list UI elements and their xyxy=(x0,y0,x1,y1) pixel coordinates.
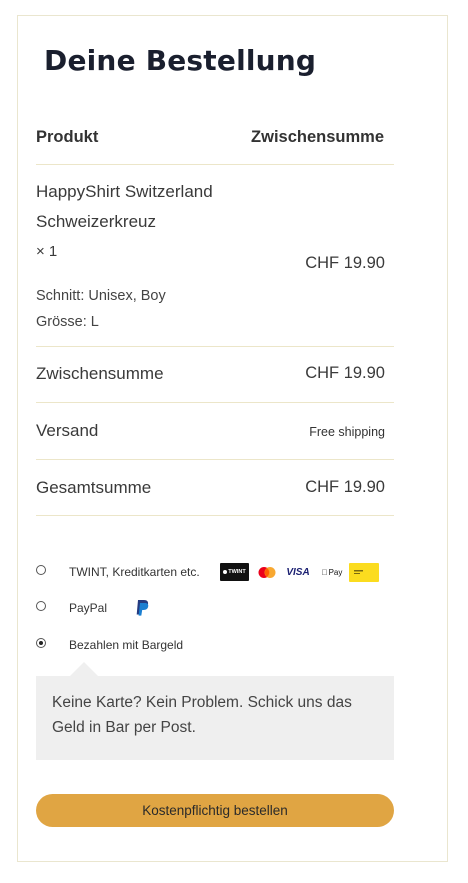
table-row-subtotal: Zwischensumme CHF 19.90 xyxy=(36,347,394,403)
info-box-pointer xyxy=(70,662,98,676)
payment-label-twint[interactable]: TWINT, Kreditkarten etc. xyxy=(69,565,200,579)
total-value: CHF 19.90 xyxy=(305,478,385,496)
column-header-subtotal: Zwischensumme xyxy=(251,128,384,146)
postfinance-logo-icon xyxy=(349,563,379,582)
payment-radio-cash[interactable] xyxy=(36,638,46,648)
table-row-total: Gesamtsumme CHF 19.90 xyxy=(36,460,394,516)
payment-method-cash[interactable]: Bezahlen mit Bargeld xyxy=(36,636,396,656)
cash-payment-description: Keine Karte? Kein Problem. Schick uns da… xyxy=(36,676,394,760)
page-title: Deine Bestellung xyxy=(44,44,317,77)
payment-method-paypal[interactable]: PayPal xyxy=(36,598,396,620)
visa-logo-icon: VISA xyxy=(285,563,311,581)
apple-pay-logo-icon: Pay xyxy=(319,563,345,581)
twint-logo-text: TWINT xyxy=(228,569,246,575)
payment-label-cash[interactable]: Bezahlen mit Bargeld xyxy=(69,638,183,652)
product-quantity: × 1 xyxy=(36,243,58,260)
subtotal-label: Zwischensumme xyxy=(36,364,164,383)
product-size: Grösse: L xyxy=(36,314,99,330)
total-label: Gesamtsumme xyxy=(36,478,152,497)
shipping-label: Versand xyxy=(36,421,99,440)
table-header: Produkt Zwischensumme xyxy=(36,126,394,165)
apple-pay-logo-text: Pay xyxy=(325,567,343,577)
table-row-product: HappyShirt Switzerland Schweizerkreuz × … xyxy=(36,165,394,347)
paypal-logo-icon xyxy=(133,598,151,618)
subtotal-value: CHF 19.90 xyxy=(305,364,385,382)
shipping-value: Free shipping xyxy=(309,425,385,439)
mastercard-logo-icon xyxy=(256,563,278,581)
table-row-shipping: Versand Free shipping xyxy=(36,403,394,460)
product-name-line-1: HappyShirt Switzerland xyxy=(36,182,213,201)
column-header-product: Produkt xyxy=(36,128,99,146)
payment-radio-twint[interactable] xyxy=(36,565,46,575)
place-order-button[interactable]: Kostenpflichtig bestellen xyxy=(36,794,394,827)
product-name-line-2: Schweizerkreuz xyxy=(36,212,156,231)
product-name: HappyShirt Switzerland Schweizerkreuz × … xyxy=(36,177,266,267)
twint-logo-icon: TWINT xyxy=(220,563,249,581)
product-price: CHF 19.90 xyxy=(305,254,385,272)
payment-method-twint[interactable]: TWINT, Kreditkarten etc. TWINT VISA Pay xyxy=(36,563,396,585)
payment-label-paypal[interactable]: PayPal xyxy=(69,601,107,615)
payment-radio-paypal[interactable] xyxy=(36,601,46,611)
visa-logo-text: VISA xyxy=(286,566,310,578)
product-cut: Schnitt: Unisex, Boy xyxy=(36,288,166,304)
